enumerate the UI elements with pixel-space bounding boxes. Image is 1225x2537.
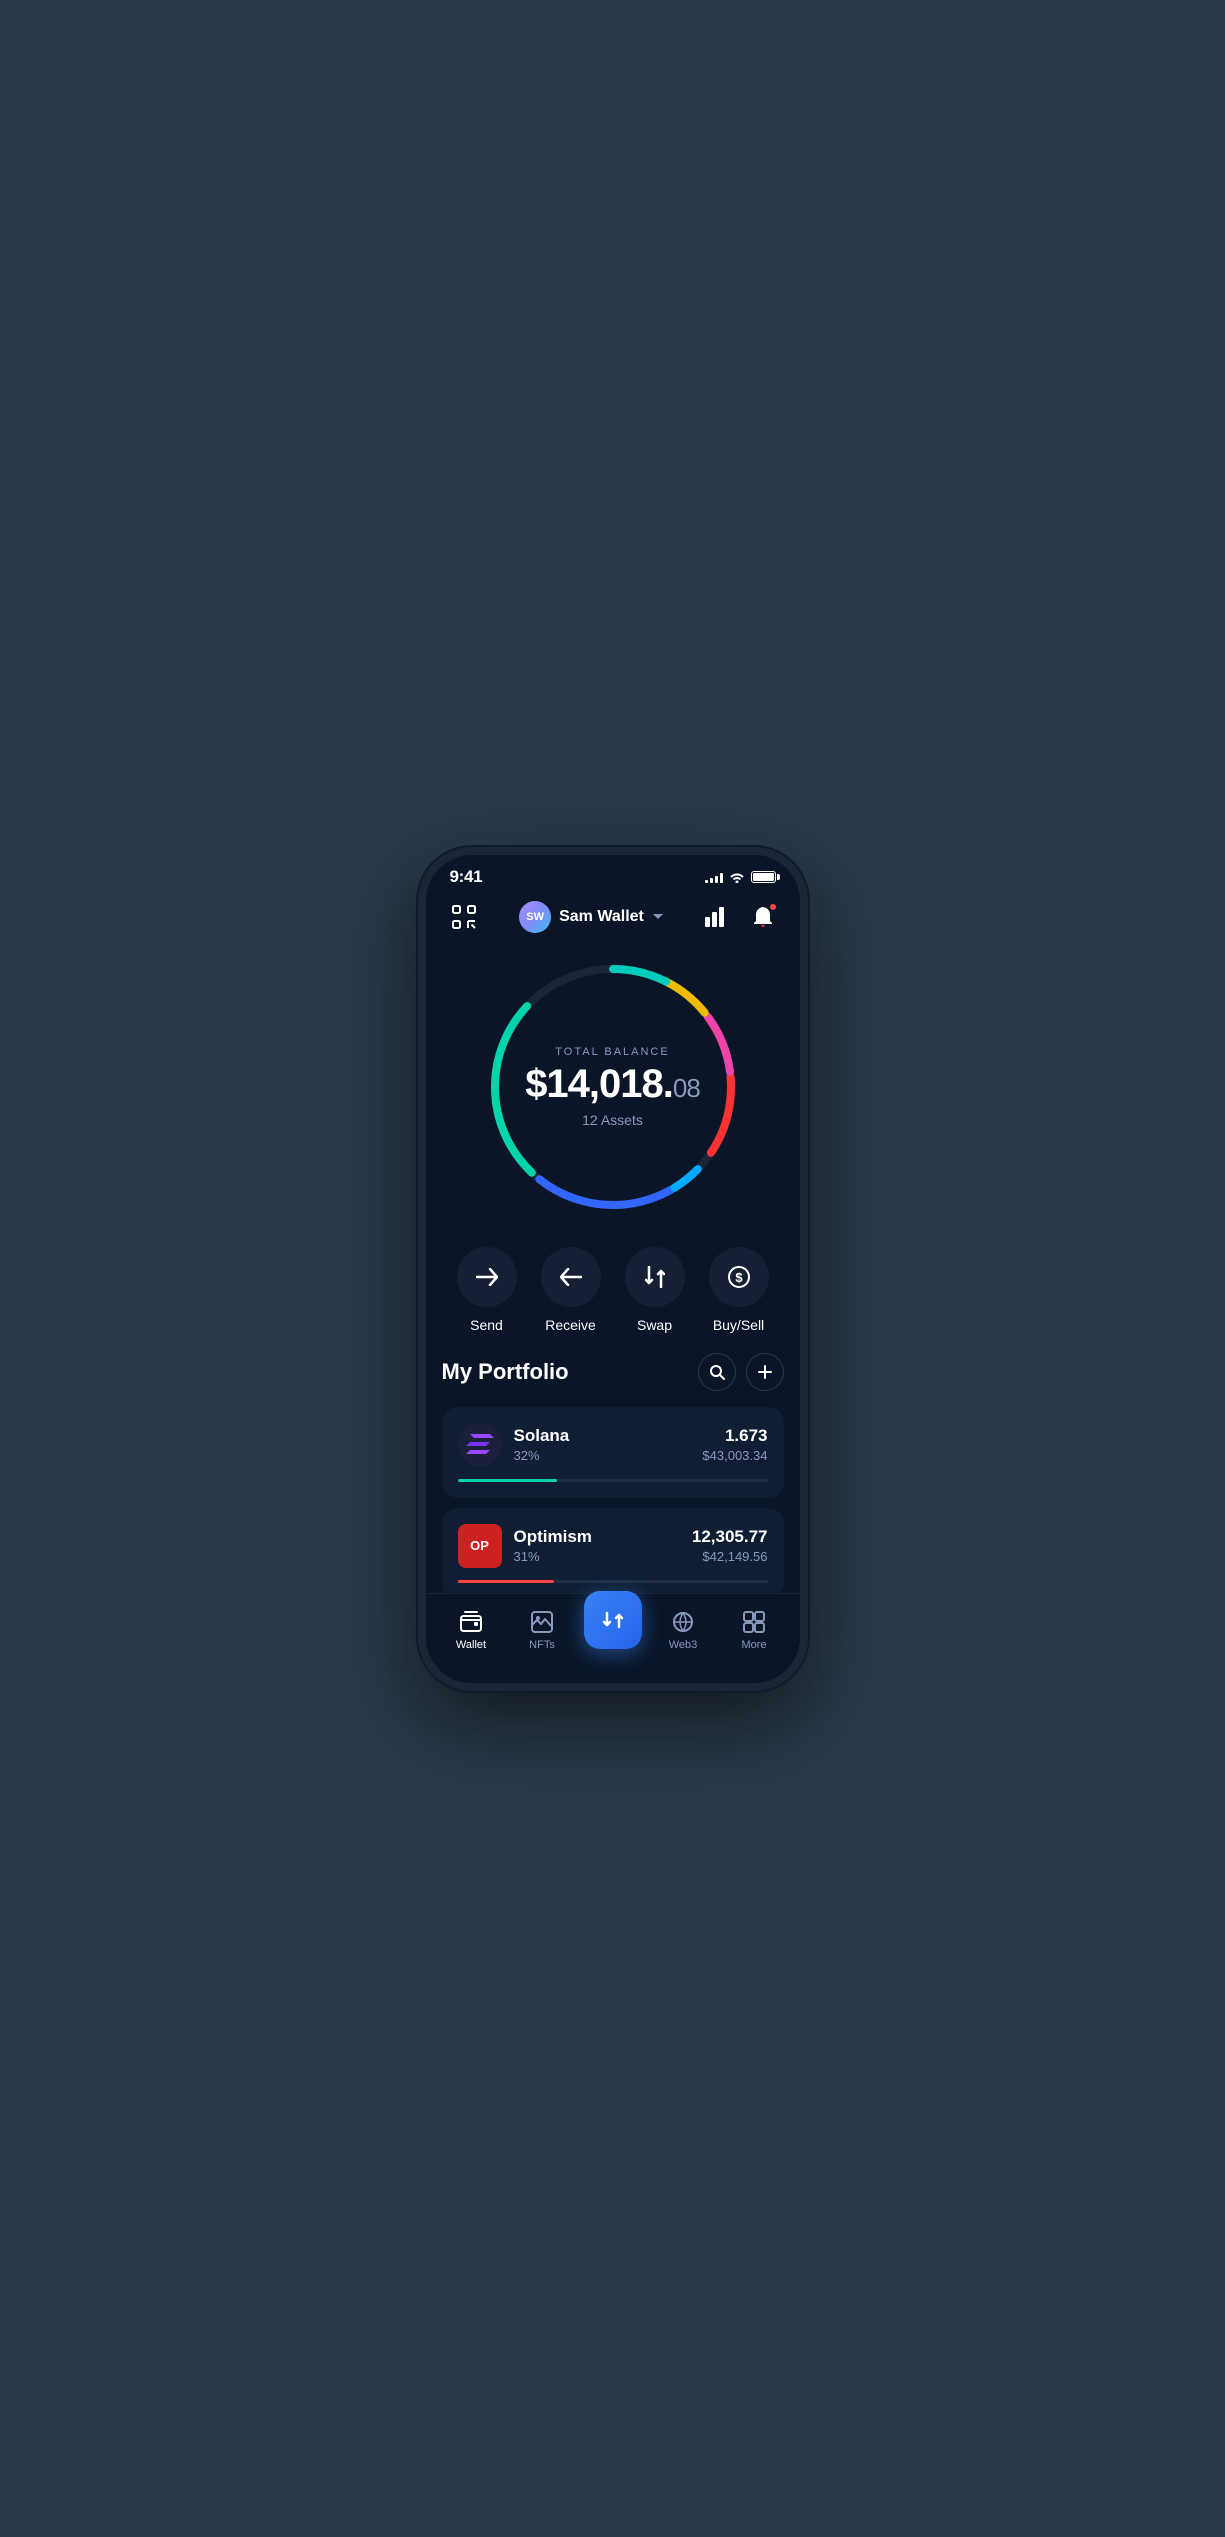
- optimism-amount: 12,305.77: [692, 1527, 768, 1547]
- swap-label: Swap: [637, 1317, 672, 1333]
- optimism-progress: [458, 1580, 768, 1583]
- scan-button[interactable]: [446, 899, 482, 935]
- buysell-button[interactable]: $ Buy/Sell: [709, 1247, 769, 1333]
- nav-nfts-label: NFTs: [529, 1639, 555, 1651]
- chevron-down-icon: [652, 913, 664, 921]
- wallet-selector[interactable]: SW Sam Wallet: [519, 901, 664, 933]
- portfolio-section: My Portfolio: [426, 1353, 800, 1593]
- nav-more[interactable]: More: [719, 1609, 790, 1651]
- nav-nfts[interactable]: NFTs: [507, 1609, 578, 1651]
- solana-amount: 1.673: [702, 1426, 767, 1446]
- solana-icon: [458, 1423, 502, 1467]
- header: SW Sam Wallet: [426, 891, 800, 947]
- nav-wallet-label: Wallet: [456, 1639, 486, 1651]
- balance-info: TOTAL BALANCE $14,018.08 12 Assets: [523, 1046, 703, 1128]
- balance-section: TOTAL BALANCE $14,018.08 12 Assets: [426, 947, 800, 1237]
- nav-web3-label: Web3: [669, 1639, 698, 1651]
- nav-more-label: More: [741, 1639, 766, 1651]
- swap-center-button[interactable]: [584, 1591, 642, 1649]
- asset-card-solana[interactable]: Solana 32% 1.673 $43,003.34: [442, 1407, 784, 1498]
- signal-icon: [705, 871, 723, 883]
- more-nav-icon: [741, 1609, 767, 1635]
- balance-amount: $14,018.08: [523, 1064, 703, 1104]
- portfolio-header: My Portfolio: [442, 1353, 784, 1391]
- phone-frame: 9:41: [418, 847, 808, 1691]
- notification-badge: [769, 903, 777, 911]
- solana-usd: $43,003.34: [702, 1448, 767, 1463]
- balance-label: TOTAL BALANCE: [523, 1046, 703, 1058]
- send-label: Send: [470, 1317, 503, 1333]
- optimism-icon: OP: [458, 1524, 502, 1568]
- portfolio-search-button[interactable]: [698, 1353, 736, 1391]
- wifi-icon: [729, 871, 745, 883]
- receive-button[interactable]: Receive: [541, 1247, 601, 1333]
- avatar: SW: [519, 901, 551, 933]
- wallet-nav-icon: [458, 1609, 484, 1635]
- swap-button[interactable]: Swap: [625, 1247, 685, 1333]
- solana-info: Solana 32%: [514, 1426, 691, 1463]
- wallet-name: Sam Wallet: [559, 908, 644, 926]
- solana-values: 1.673 $43,003.34: [702, 1426, 767, 1463]
- web3-nav-icon: [670, 1609, 696, 1635]
- chart-button[interactable]: [701, 901, 733, 933]
- solana-percent: 32%: [514, 1448, 691, 1463]
- portfolio-actions: [698, 1353, 784, 1391]
- bottom-nav: Wallet NFTs: [426, 1593, 800, 1683]
- svg-text:$: $: [735, 1270, 743, 1285]
- solana-progress: [458, 1479, 768, 1482]
- receive-label: Receive: [545, 1317, 596, 1333]
- status-time: 9:41: [450, 867, 483, 887]
- nav-center: [578, 1611, 648, 1649]
- balance-assets: 12 Assets: [523, 1112, 703, 1128]
- asset-card-optimism[interactable]: OP Optimism 31% 12,305.77 $42,149.56: [442, 1508, 784, 1593]
- solana-name: Solana: [514, 1426, 691, 1446]
- nav-web3[interactable]: Web3: [648, 1609, 719, 1651]
- optimism-info: Optimism 31%: [514, 1527, 680, 1564]
- balance-ring: TOTAL BALANCE $14,018.08 12 Assets: [483, 957, 743, 1217]
- optimism-values: 12,305.77 $42,149.56: [692, 1527, 768, 1564]
- optimism-percent: 31%: [514, 1549, 680, 1564]
- portfolio-title: My Portfolio: [442, 1359, 569, 1385]
- action-buttons: Send Receive Swap: [426, 1237, 800, 1353]
- nfts-nav-icon: [529, 1609, 555, 1635]
- send-button[interactable]: Send: [457, 1247, 517, 1333]
- notch: [550, 855, 676, 889]
- header-right-icons: [701, 901, 779, 933]
- buysell-label: Buy/Sell: [713, 1317, 764, 1333]
- status-icons: [705, 871, 776, 883]
- optimism-usd: $42,149.56: [692, 1549, 768, 1564]
- battery-icon: [751, 871, 776, 883]
- portfolio-add-button[interactable]: [746, 1353, 784, 1391]
- phone-screen: 9:41: [426, 855, 800, 1683]
- nav-wallet[interactable]: Wallet: [436, 1609, 507, 1651]
- optimism-name: Optimism: [514, 1527, 680, 1547]
- notifications-button[interactable]: [747, 901, 779, 933]
